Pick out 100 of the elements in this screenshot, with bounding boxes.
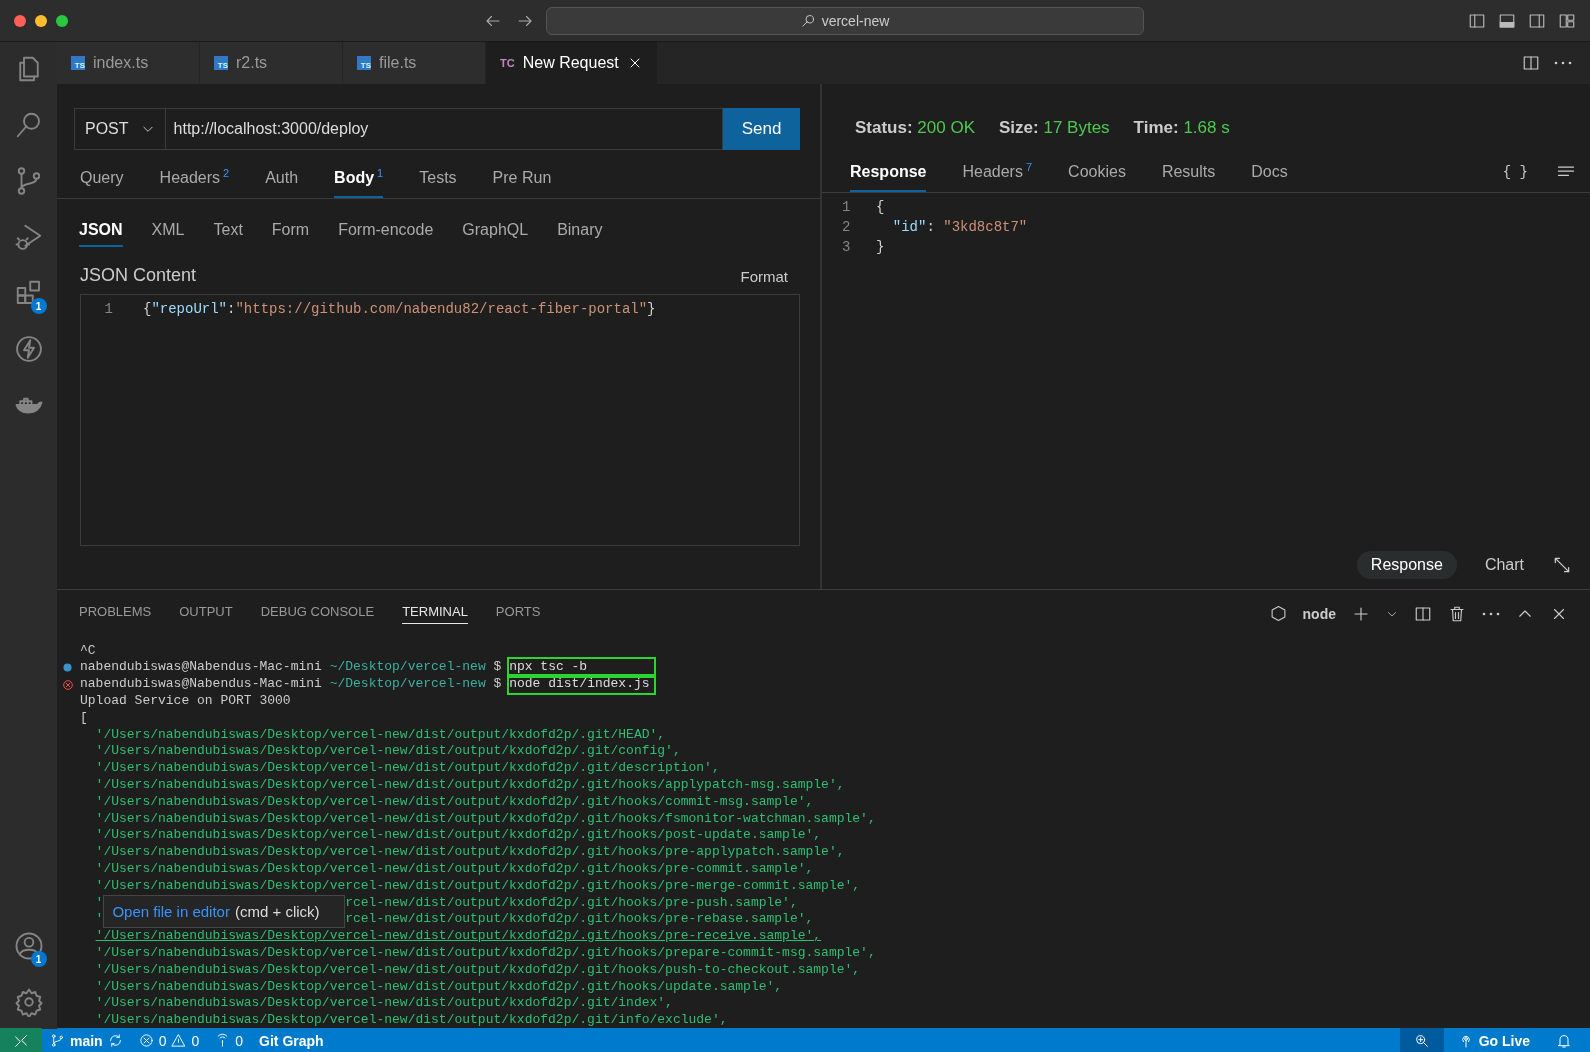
open-file-link[interactable]: Open file in editor bbox=[112, 902, 230, 920]
file-path-link[interactable]: '/Users/nabendubiswas/Desktop/vercel-new/dist/output/kxdofd2p/.git/hooks/fsmonitor-watchman.sample', bbox=[80, 810, 876, 828]
method-dropdown[interactable]: POST bbox=[74, 108, 166, 150]
go-live-button[interactable]: Go Live bbox=[1443, 1032, 1544, 1049]
editor-tab[interactable]: TS file.ts bbox=[343, 42, 486, 84]
body-type-tab[interactable]: XML bbox=[151, 221, 185, 247]
prompt-symbol: $ bbox=[493, 676, 502, 694]
response-tab[interactable]: Docs bbox=[1251, 163, 1288, 192]
close-window-button[interactable] bbox=[14, 14, 26, 27]
file-path-link[interactable]: '/Users/nabendubiswas/Desktop/vercel-new/dist/output/kxdofd2p/.git/hooks/prepare-commit-msg.sample', bbox=[80, 945, 876, 962]
problems-indicator[interactable]: 0 0 bbox=[130, 1032, 208, 1049]
response-tab[interactable]: Cookies bbox=[1068, 163, 1126, 192]
json-punctuation: } bbox=[876, 238, 885, 257]
panel-tab[interactable]: DEBUG CONSOLE bbox=[260, 603, 375, 624]
terminal-command: npx tsc -b bbox=[509, 659, 655, 677]
file-path-link[interactable]: '/Users/nabendubiswas/Desktop/vercel-new/dist/output/kxdofd2p/.git/config', bbox=[80, 743, 681, 761]
format-button[interactable]: Format bbox=[734, 267, 794, 286]
request-tab[interactable]: Body $^{1}$ bbox=[334, 166, 384, 198]
remote-icon bbox=[13, 1032, 29, 1049]
tooltip-hint: (cmd + click) bbox=[234, 902, 320, 920]
body-type-tab[interactable]: GraphQL bbox=[462, 221, 529, 247]
terminal-name[interactable]: node bbox=[1302, 605, 1336, 622]
file-path-link[interactable]: '/Users/nabendubiswas/Desktop/vercel-new/dist/output/kxdofd2p/.git/info/exclude', bbox=[80, 1012, 728, 1029]
zoom-button[interactable] bbox=[1399, 1028, 1444, 1052]
editor-tab[interactable]: TS r2.ts bbox=[200, 42, 343, 84]
minimize-window-button[interactable] bbox=[35, 14, 47, 27]
response-tab[interactable]: Headers $^{7}$ bbox=[962, 160, 1033, 192]
stat-value: 17 Bytes bbox=[1043, 118, 1110, 137]
branch-indicator[interactable]: main bbox=[42, 1032, 131, 1049]
body-type-tab[interactable]: JSON bbox=[79, 221, 123, 247]
file-path-link[interactable]: '/Users/nabendubiswas/Desktop/vercel-new/dist/output/kxdofd2p/.git/hooks/commit-msg.sample', bbox=[80, 793, 814, 811]
send-button[interactable]: Send bbox=[723, 108, 800, 150]
sync-icon bbox=[107, 1033, 123, 1048]
body-type-tab[interactable]: Text bbox=[213, 221, 243, 247]
panel-tab[interactable]: PROBLEMS bbox=[79, 603, 152, 624]
file-path-link[interactable]: '/Users/nabendubiswas/Desktop/vercel-new/dist/output/kxdofd2p/.git/hooks/update.sample', bbox=[80, 978, 783, 996]
panel-tab[interactable]: OUTPUT bbox=[179, 603, 233, 624]
view-toggle[interactable]: Response bbox=[1356, 551, 1457, 579]
stat-label: Time: bbox=[1133, 118, 1179, 137]
command-center-search[interactable]: vercel-new bbox=[546, 6, 1144, 35]
notification-badge: 1 bbox=[30, 951, 47, 967]
maximize-window-button[interactable] bbox=[56, 14, 68, 27]
terminal-text: [ bbox=[80, 709, 88, 727]
request-tab[interactable]: Headers $^{2}$ bbox=[159, 166, 230, 198]
file-path-link[interactable]: '/Users/nabendubiswas/Desktop/vercel-new/dist/output/kxdofd2p/.git/HEAD', bbox=[80, 726, 666, 744]
format-json-button[interactable]: { } bbox=[1502, 164, 1528, 180]
file-path-link[interactable]: '/Users/nabendubiswas/Desktop/vercel-new/dist/output/kxdofd2p/.git/hooks/push-to-checkout.sample', bbox=[80, 961, 861, 979]
trash-icon bbox=[1448, 604, 1466, 623]
prompt-path: ~/Desktop/vercel-new bbox=[329, 676, 486, 694]
typescript-file-icon: TS bbox=[357, 56, 371, 70]
panel-tab[interactable]: PORTS bbox=[495, 603, 541, 624]
notification-badge: 1 bbox=[30, 298, 47, 314]
account-icon bbox=[13, 931, 44, 961]
terminal-text: ' bbox=[95, 911, 104, 929]
ports-indicator[interactable]: 0 bbox=[207, 1032, 252, 1049]
file-path-link[interactable]: '/Users/nabendubiswas/Desktop/vercel-new/dist/output/kxdofd2p/.git/description', bbox=[80, 760, 720, 778]
typescript-file-icon: TS bbox=[214, 56, 228, 70]
file-path-link[interactable]: '/Users/nabendubiswas/Desktop/vercel-new/dist/output/kxdofd2p/.git/hooks/pre-receive.sample', bbox=[80, 928, 822, 945]
request-tab[interactable]: Pre Run bbox=[492, 169, 552, 198]
line-number: 2 bbox=[841, 218, 852, 237]
response-tab[interactable]: Results bbox=[1161, 163, 1216, 192]
editor-tab[interactable]: TS index.ts bbox=[57, 42, 200, 84]
stat-value: 200 OK bbox=[917, 118, 975, 137]
file-path-link[interactable]: '/Users/nabendubiswas/Desktop/vercel-new/dist/output/kxdofd2p/.git/hooks/post-update.sample', bbox=[80, 827, 822, 845]
more-icon[interactable] bbox=[1482, 611, 1500, 616]
body-type-tab[interactable]: Form bbox=[271, 221, 310, 247]
view-toggle[interactable]: Chart bbox=[1470, 551, 1538, 579]
body-type-tab[interactable]: Binary bbox=[557, 221, 603, 247]
request-tab[interactable]: Auth bbox=[265, 169, 299, 198]
stat-label: Size: bbox=[999, 118, 1039, 137]
json-punctuation: : bbox=[227, 300, 236, 319]
body-type-tab[interactable]: Form-encode bbox=[338, 221, 434, 247]
expand-icon bbox=[1552, 555, 1572, 575]
zoom-in-icon bbox=[1413, 1032, 1430, 1049]
terminal-text: rcel-new/dist/output/kxdofd2p/.git/hooks/pre-push.sample', bbox=[345, 894, 799, 912]
prompt-path: ~/Desktop/vercel-new bbox=[329, 659, 486, 677]
response-tab[interactable]: Response bbox=[850, 163, 927, 192]
url-input[interactable]: http://localhost:3000/deploy bbox=[165, 108, 723, 150]
file-path-link[interactable]: '/Users/nabendubiswas/Desktop/vercel-new/dist/output/kxdofd2p/.git/hooks/pre-commit.sample', bbox=[80, 861, 814, 878]
typescript-file-icon: TS bbox=[71, 56, 85, 70]
file-path-link[interactable]: '/Users/nabendubiswas/Desktop/vercel-new/dist/output/kxdofd2p/.git/hooks/pre-applypatch.sample', bbox=[80, 844, 845, 862]
git-graph-button[interactable]: Git Graph bbox=[251, 1032, 332, 1049]
request-tab[interactable]: Query bbox=[80, 169, 124, 198]
file-path-link[interactable]: '/Users/nabendubiswas/Desktop/vercel-new/dist/output/kxdofd2p/.git/hooks/pre-merge-commit.sample', bbox=[80, 877, 861, 895]
prompt-symbol: $ bbox=[493, 659, 502, 677]
line-number: 1 bbox=[841, 198, 852, 217]
terminal-text: ' bbox=[95, 894, 104, 912]
bell-icon bbox=[1556, 1032, 1572, 1049]
split-editor-icon bbox=[1522, 54, 1540, 72]
prompt-user: nabendubiswas@Nabendus-Mac-mini bbox=[80, 676, 322, 694]
terminal-text: Upload Service on PORT 3000 bbox=[80, 693, 291, 710]
panel-tab[interactable]: TERMINAL bbox=[402, 603, 468, 624]
file-path-link[interactable]: '/Users/nabendubiswas/Desktop/vercel-new/dist/output/kxdofd2p/.git/hooks/applypatch-msg.sample', bbox=[80, 777, 845, 794]
editor-tab[interactable]: TC New Request bbox=[486, 42, 658, 84]
json-editor[interactable]: 1 {"repoUrl":"https://github.com/nabendu82/react-fiber-portal"} bbox=[80, 294, 800, 546]
terminal-command: node dist/index.js bbox=[509, 676, 655, 694]
request-tab[interactable]: Tests bbox=[419, 169, 457, 198]
json-key: "repoUrl" bbox=[151, 299, 228, 319]
more-icon[interactable] bbox=[1554, 61, 1572, 65]
file-path-link[interactable]: '/Users/nabendubiswas/Desktop/vercel-new/dist/output/kxdofd2p/.git/index', bbox=[80, 995, 673, 1013]
